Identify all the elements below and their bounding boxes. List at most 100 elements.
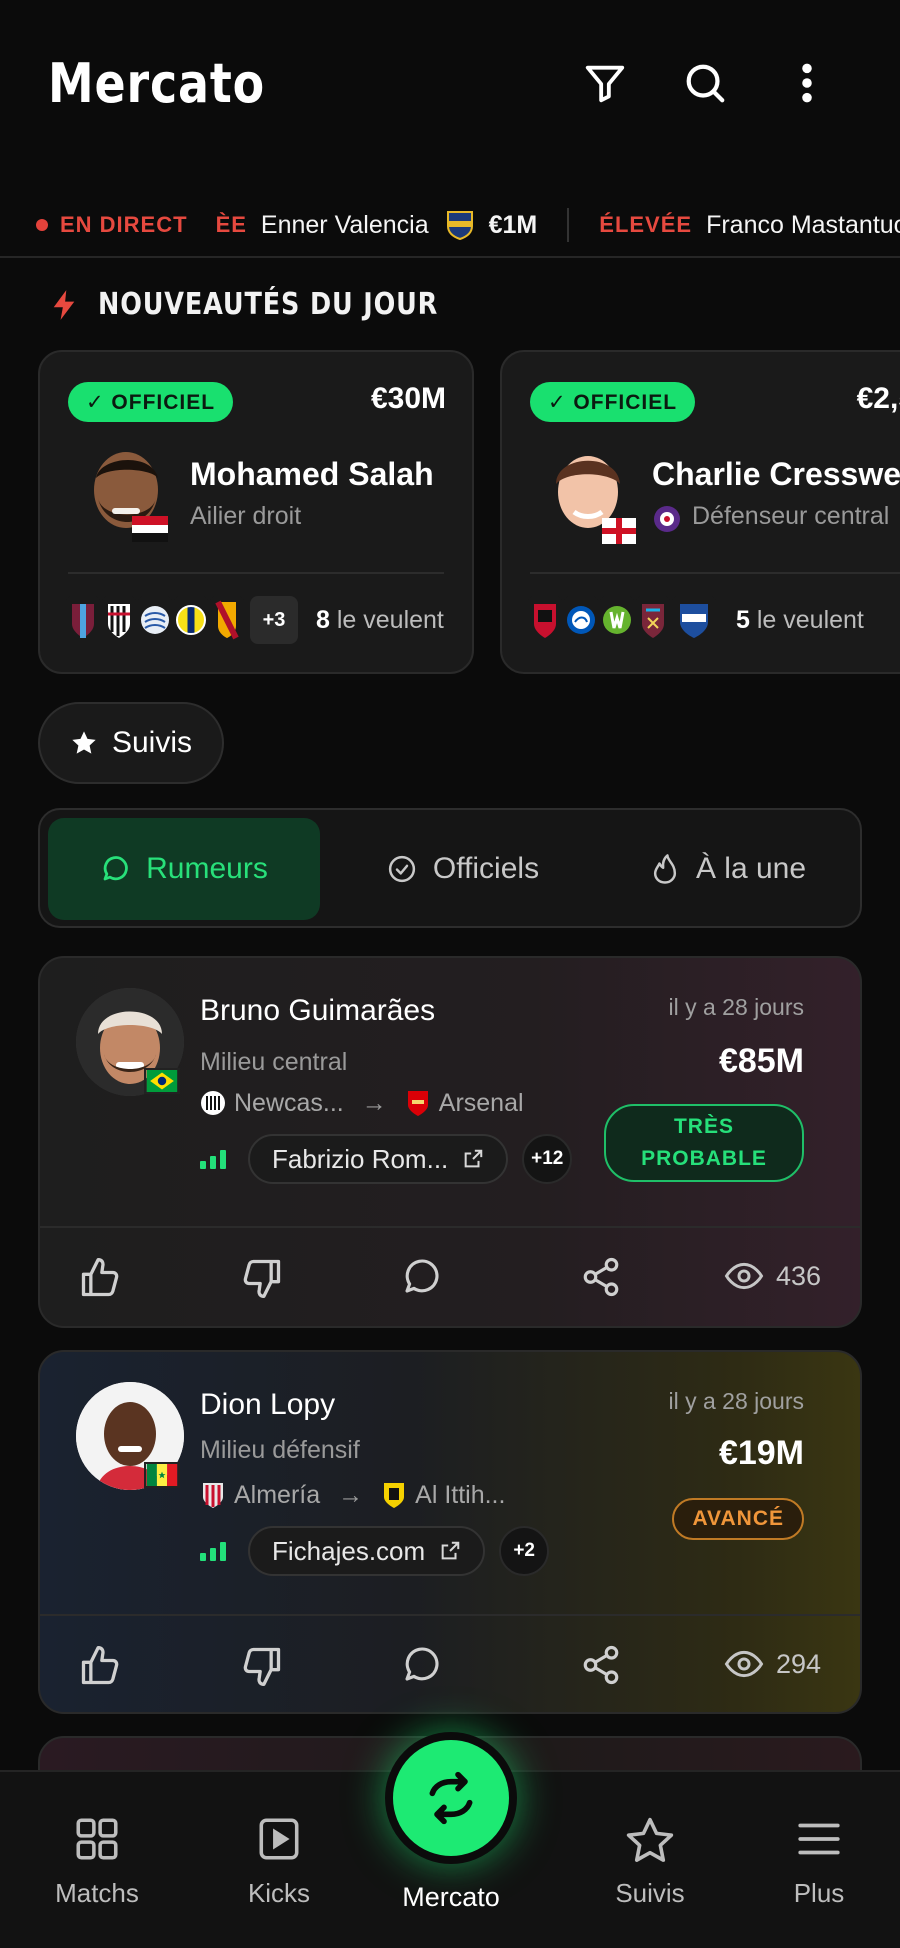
status-badge: TRÈS PROBABLE bbox=[604, 1104, 804, 1182]
like-icon[interactable] bbox=[78, 1644, 122, 1688]
more-sources-badge[interactable]: +12 bbox=[522, 1134, 573, 1184]
nav-label: Mercato bbox=[402, 1882, 500, 1912]
besiktas-logo-icon bbox=[102, 596, 136, 644]
player-position: Défenseur central bbox=[652, 502, 889, 532]
player-position: Milieu central bbox=[200, 1048, 348, 1076]
source-link[interactable]: Fichajes.com bbox=[248, 1526, 486, 1576]
player-name: Charlie Cresswell bbox=[652, 456, 900, 492]
check-circle-icon bbox=[388, 855, 416, 883]
nav-label: Suivis bbox=[615, 1878, 685, 1908]
rumor-card[interactable]: Dion Lopy Milieu défensif Almería → Al I… bbox=[38, 1350, 862, 1714]
nav-label: Matchs bbox=[55, 1878, 139, 1908]
live-ticker[interactable]: EN DIRECT ÈE Enner Valencia €1M ÉLEVÉE F… bbox=[0, 198, 900, 258]
share-icon[interactable] bbox=[580, 1256, 622, 1298]
lightning-icon bbox=[53, 289, 75, 320]
boca-juniors-logo-icon bbox=[446, 211, 473, 241]
section-title-text: NOUVEAUTÉS DU JOUR bbox=[98, 287, 439, 322]
senegal-flag-icon bbox=[144, 1462, 180, 1488]
ticker-player-name: Franco Mastantuono bbox=[706, 210, 900, 239]
fenerbahce-logo-icon bbox=[174, 596, 208, 644]
ticker-price: €1M bbox=[488, 210, 538, 239]
transfer-price: €85M bbox=[718, 1042, 804, 1080]
transfer-route: Almería → Al Ittih... bbox=[200, 1480, 505, 1510]
player-name: Bruno Guimarães bbox=[200, 994, 436, 1027]
nav-plus[interactable]: Plus bbox=[749, 1814, 889, 1909]
almeria-logo-icon bbox=[203, 1483, 223, 1508]
arsenal-logo-icon bbox=[407, 1091, 428, 1116]
search-icon[interactable] bbox=[680, 58, 730, 108]
external-link-icon bbox=[464, 1149, 483, 1168]
views-counter: 436 bbox=[724, 1256, 821, 1296]
followed-filter-button[interactable]: Suivis bbox=[38, 702, 224, 784]
to-club: Arsenal bbox=[438, 1088, 524, 1117]
rennes-logo-icon bbox=[528, 596, 562, 644]
followed-filter-label: Suivis bbox=[111, 726, 193, 759]
more-sources-badge[interactable]: +2 bbox=[499, 1526, 550, 1576]
brighton-logo-icon bbox=[564, 596, 598, 644]
tab-bar: Rumeurs Officiels À la une bbox=[38, 808, 862, 928]
menu-icon bbox=[798, 1823, 840, 1855]
newcastle-logo-icon bbox=[201, 1091, 225, 1115]
action-bar: 294 bbox=[40, 1616, 860, 1712]
official-badge: ✓ OFFICIEL bbox=[530, 382, 696, 422]
star-icon bbox=[626, 1817, 674, 1862]
rumor-card[interactable]: Bruno Guimarães Milieu central Newcas...… bbox=[38, 956, 862, 1328]
views-counter: 294 bbox=[724, 1644, 821, 1684]
like-icon[interactable] bbox=[78, 1256, 122, 1300]
tab-a-la-une[interactable]: À la une bbox=[600, 818, 856, 920]
wants-count: 5 le veulent bbox=[736, 605, 864, 634]
nav-matchs[interactable]: Matchs bbox=[27, 1814, 167, 1909]
transfer-price: €30M bbox=[370, 382, 446, 415]
player-name: Mohamed Salah bbox=[190, 456, 434, 492]
west-ham-logo-icon bbox=[636, 596, 670, 644]
comment-icon[interactable] bbox=[400, 1644, 442, 1686]
eye-icon bbox=[724, 1650, 764, 1678]
rumor-time: il y a 28 jours bbox=[668, 994, 804, 1020]
from-club: Newcas... bbox=[234, 1088, 344, 1117]
chat-bubble-icon bbox=[103, 856, 128, 881]
wolfsburg-logo-icon bbox=[600, 596, 634, 644]
external-link-icon bbox=[441, 1541, 460, 1560]
news-card[interactable]: ✓ OFFICIEL €30M Mohamed Salah Ailier dro… bbox=[38, 350, 474, 674]
club-logo-icon bbox=[138, 596, 172, 644]
news-card[interactable]: ✓ OFFICIEL €2,5M Charlie Cresswell Défen… bbox=[500, 350, 900, 674]
interested-clubs: 5 le veulent bbox=[528, 596, 864, 644]
transfer-price: €2,5M bbox=[856, 382, 900, 415]
transfer-icon bbox=[429, 1771, 473, 1825]
filter-icon[interactable] bbox=[580, 58, 630, 108]
star-icon bbox=[72, 731, 96, 754]
more-clubs-badge: +3 bbox=[250, 596, 298, 644]
england-flag-icon bbox=[602, 518, 636, 544]
dislike-icon[interactable] bbox=[240, 1256, 284, 1300]
nav-label: Plus bbox=[793, 1878, 845, 1908]
source-link[interactable]: Fabrizio Rom... bbox=[248, 1134, 509, 1184]
interested-clubs: +3 8 le veulent bbox=[66, 596, 444, 644]
como-logo-icon bbox=[672, 596, 716, 644]
comment-icon[interactable] bbox=[400, 1256, 442, 1298]
to-club: Al Ittih... bbox=[415, 1480, 506, 1509]
reliability-bars-icon bbox=[200, 1541, 230, 1561]
app-header: Mercato bbox=[0, 0, 900, 180]
egypt-flag-icon bbox=[132, 516, 168, 542]
action-bar: 436 bbox=[40, 1228, 860, 1326]
ticker-item-prefix: ÈE bbox=[215, 212, 247, 237]
dislike-icon[interactable] bbox=[240, 1644, 284, 1688]
more-vertical-icon[interactable] bbox=[782, 58, 832, 108]
player-photo bbox=[84, 448, 174, 548]
divider bbox=[530, 572, 900, 574]
nav-suivis[interactable]: Suivis bbox=[580, 1814, 720, 1909]
from-club: Almería bbox=[234, 1480, 321, 1509]
transfer-price: €19M bbox=[718, 1434, 804, 1472]
tab-officiels[interactable]: Officiels bbox=[332, 818, 594, 920]
trabzonspor-logo-icon bbox=[66, 596, 100, 644]
wants-count: 8 le veulent bbox=[316, 605, 444, 634]
share-icon[interactable] bbox=[580, 1644, 622, 1686]
tab-rumeurs[interactable]: Rumeurs bbox=[48, 818, 320, 920]
eye-icon bbox=[724, 1262, 764, 1290]
nav-mercato-button[interactable] bbox=[385, 1732, 517, 1864]
brazil-flag-icon bbox=[144, 1068, 180, 1094]
nav-kicks[interactable]: Kicks bbox=[209, 1814, 349, 1909]
player-name: Dion Lopy bbox=[200, 1388, 336, 1421]
ticker-player-name: Enner Valencia bbox=[260, 210, 429, 239]
official-badge: ✓ OFFICIEL bbox=[68, 382, 234, 422]
